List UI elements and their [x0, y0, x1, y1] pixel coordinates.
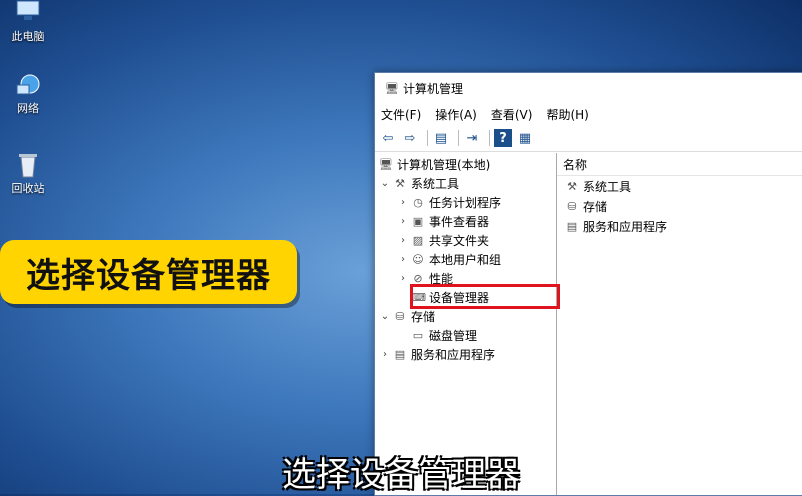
services-apps-icon: ▤: [394, 348, 406, 361]
column-header-name[interactable]: 名称: [557, 153, 802, 176]
system-tools-icon: ⚒: [567, 179, 577, 193]
show-hide-tree-icon[interactable]: ▤: [432, 129, 450, 147]
tree-item-computer-management[interactable]: 🖥 计算机管理(本地): [377, 155, 490, 174]
network-icon: [14, 72, 42, 98]
toolbar: ⇦ ⇨ ▤ ⇥ ? ▦: [375, 125, 802, 152]
shared-folders-icon: ▨: [412, 234, 424, 247]
video-subtitle: 选择设备管理器: [282, 455, 520, 495]
menu-help[interactable]: 帮助(H): [546, 106, 588, 123]
tree-item-services-apps[interactable]: › ▤ 服务和应用程序: [379, 345, 495, 364]
menu-view[interactable]: 查看(V): [491, 106, 533, 123]
chevron-right-icon[interactable]: ›: [397, 235, 409, 246]
menu-file[interactable]: 文件(F): [381, 106, 421, 123]
chevron-right-icon[interactable]: ›: [379, 349, 391, 360]
desktop-icon-label: 回收站: [11, 182, 45, 195]
task-scheduler-icon: ◷: [413, 196, 423, 209]
menu-bar: 文件(F) 操作(A) 查看(V) 帮助(H): [375, 103, 802, 125]
list-item-system-tools[interactable]: ⚒ 系统工具: [557, 176, 802, 196]
export-icon[interactable]: ⇥: [463, 129, 481, 147]
recycle-bin-icon: [14, 152, 42, 178]
desktop-icon-this-pc[interactable]: 此电脑: [6, 0, 50, 44]
chevron-right-icon[interactable]: ›: [397, 216, 409, 227]
tree-item-storage[interactable]: ⌄ ⛁ 存储: [379, 307, 435, 326]
help-icon[interactable]: ?: [494, 129, 512, 147]
tree-item-disk-management[interactable]: ▭ 磁盘管理: [409, 326, 477, 345]
chevron-right-icon[interactable]: ›: [397, 197, 409, 208]
back-icon[interactable]: ⇦: [379, 129, 397, 147]
system-tools-icon: ⚒: [395, 177, 405, 190]
chevron-right-icon[interactable]: ›: [397, 273, 409, 284]
list-item-services-apps[interactable]: ▤ 服务和应用程序: [557, 216, 802, 236]
tree-item-shared-folders[interactable]: › ▨ 共享文件夹: [397, 231, 489, 250]
highlight-box: [410, 284, 560, 309]
tree-pane: 🖥 计算机管理(本地) ⌄ ⚒ 系统工具 › ◷ 任务计划程序 › ▣ 事件查看…: [375, 153, 557, 495]
desktop-icon-network[interactable]: 网络: [6, 72, 50, 116]
desktop-icon-recycle-bin[interactable]: 回收站: [6, 152, 50, 196]
details-pane: 名称 ⚒ 系统工具 ⛁ 存储 ▤ 服务和应用程序: [557, 153, 802, 495]
computer-management-icon: 🖥: [385, 81, 399, 95]
chevron-down-icon[interactable]: ⌄: [379, 311, 391, 322]
desktop-icon-label: 网络: [17, 102, 39, 115]
desktop-icon-label: 此电脑: [11, 30, 45, 43]
computer-management-icon: 🖥: [379, 158, 393, 171]
menu-action[interactable]: 操作(A): [435, 106, 477, 123]
chevron-right-icon[interactable]: ›: [397, 254, 409, 265]
tree-item-task-scheduler[interactable]: › ◷ 任务计划程序: [397, 193, 501, 212]
list-item-storage[interactable]: ⛁ 存储: [557, 196, 802, 216]
services-apps-icon: ▤: [566, 219, 578, 233]
instruction-banner: 选择设备管理器: [0, 240, 297, 304]
window-title: 计算机管理: [403, 81, 464, 96]
tree-item-local-users[interactable]: › ☺ 本地用户和组: [397, 250, 501, 269]
forward-icon[interactable]: ⇨: [401, 129, 419, 147]
computer-icon: [14, 0, 42, 26]
disk-management-icon: ▭: [412, 329, 424, 342]
event-viewer-icon: ▣: [412, 215, 424, 228]
storage-icon: ⛁: [567, 199, 577, 213]
storage-icon: ⛁: [395, 310, 405, 323]
title-bar[interactable]: 🖥 计算机管理: [375, 73, 802, 103]
tree-item-system-tools[interactable]: ⌄ ⚒ 系统工具: [379, 174, 459, 193]
local-users-icon: ☺: [412, 253, 424, 266]
chevron-down-icon[interactable]: ⌄: [379, 178, 391, 189]
properties-icon[interactable]: ▦: [516, 129, 534, 147]
tree-item-event-viewer[interactable]: › ▣ 事件查看器: [397, 212, 489, 231]
